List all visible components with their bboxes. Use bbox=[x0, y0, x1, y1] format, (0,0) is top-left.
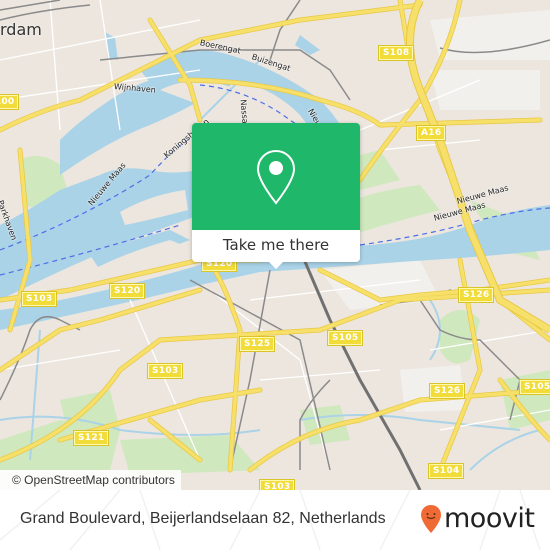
road-shield: S126 bbox=[428, 383, 466, 399]
location-popup[interactable]: Take me there bbox=[192, 123, 360, 269]
address-text: Grand Boulevard, Beijerlandselaan 82, Ne… bbox=[20, 510, 386, 527]
road-shield: S126 bbox=[457, 287, 495, 303]
moovit-logo[interactable]: moovit bbox=[420, 503, 535, 534]
road-shield: S103 bbox=[20, 291, 58, 307]
moovit-wordmark: moovit bbox=[444, 503, 535, 534]
map-attribution[interactable]: © OpenStreetMap contributors bbox=[0, 470, 181, 490]
popup-pointer bbox=[268, 261, 284, 269]
map[interactable]: rdam Boerengat Buizengat Wijnhaven Nassa… bbox=[0, 0, 550, 490]
road-shield: S103 bbox=[258, 479, 296, 490]
road-shield: S100 bbox=[0, 94, 20, 110]
road-shield: S121 bbox=[72, 430, 110, 446]
road-shield: S105 bbox=[326, 330, 364, 346]
footer: Grand Boulevard, Beijerlandselaan 82, Ne… bbox=[0, 490, 550, 550]
road-shield: S125 bbox=[238, 336, 276, 352]
road-shield: S105 bbox=[518, 379, 550, 395]
road-shield: S120 bbox=[108, 283, 146, 299]
location-pin-icon bbox=[256, 149, 296, 205]
moovit-pin-logo-icon bbox=[421, 505, 441, 533]
road-shield: A16 bbox=[415, 125, 447, 141]
city-label: rdam bbox=[0, 20, 42, 39]
road-shield: S103 bbox=[146, 363, 184, 379]
road-shield: S108 bbox=[377, 45, 415, 61]
road-shield: S104 bbox=[427, 463, 465, 479]
popup-header[interactable] bbox=[192, 123, 360, 230]
take-me-there-button[interactable]: Take me there bbox=[192, 230, 360, 262]
